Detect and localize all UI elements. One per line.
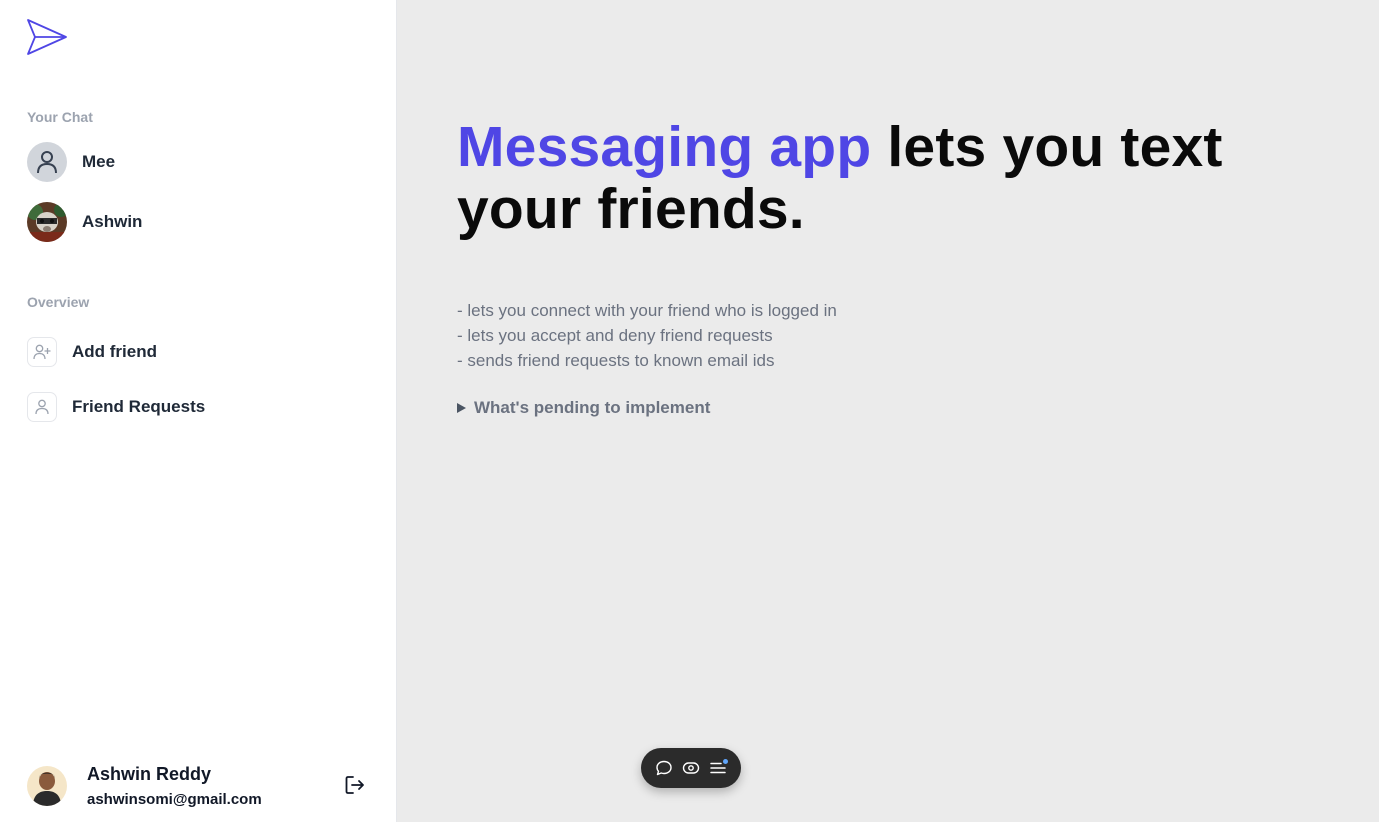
disclosure-triangle-icon	[457, 403, 466, 413]
avatar-default	[27, 142, 67, 182]
feature-list: - lets you connect with your friend who …	[457, 298, 837, 373]
avatar-photo	[27, 202, 67, 242]
feature-item: - lets you connect with your friend who …	[457, 301, 837, 320]
chat-item-mee[interactable]: Mee	[27, 142, 115, 182]
details-summary: What's pending to implement	[474, 398, 711, 417]
sidebar: Your Chat Mee Ashwin Overview Add friend…	[0, 0, 397, 822]
friend-requests-label: Friend Requests	[72, 397, 206, 416]
comment-button[interactable]	[654, 758, 674, 778]
your-chat-title: Your Chat	[27, 109, 93, 125]
hero-headline: Messaging app lets you text your friends…	[457, 116, 1337, 240]
icon-box	[27, 392, 57, 422]
profile-text: Ashwin Reddy ashwinsomi@gmail.com	[87, 764, 262, 808]
main-content: Messaging app lets you text your friends…	[397, 0, 1379, 822]
icon-box	[27, 337, 57, 367]
profile-name: Ashwin Reddy	[87, 764, 212, 784]
feature-item: - sends friend requests to known email i…	[457, 351, 775, 370]
pending-details-toggle[interactable]: What's pending to implement	[457, 398, 710, 418]
overview-title: Overview	[27, 294, 90, 310]
preview-button[interactable]	[681, 758, 701, 778]
user-plus-icon	[33, 344, 51, 360]
avatar-image	[27, 202, 67, 242]
user-profile: Ashwin Reddy ashwinsomi@gmail.com	[27, 762, 372, 810]
user-icon	[35, 399, 49, 415]
menu-button[interactable]	[708, 758, 728, 778]
chat-item-ashwin[interactable]: Ashwin	[27, 202, 142, 242]
app-root: Your Chat Mee Ashwin Overview Add friend…	[0, 0, 1379, 822]
floating-toolbar	[641, 748, 741, 788]
eye-icon	[682, 762, 700, 774]
feature-item: - lets you accept and deny friend reques…	[457, 326, 773, 345]
user-placeholder-icon	[37, 151, 57, 174]
friend-requests-link[interactable]: Friend Requests	[27, 392, 205, 422]
paper-plane-logo-icon[interactable]	[26, 18, 68, 56]
logout-icon[interactable]	[344, 774, 366, 796]
headline-accent: Messaging app	[457, 115, 872, 179]
profile-avatar	[27, 766, 67, 806]
profile-email: ashwinsomi@gmail.com	[87, 791, 262, 808]
chat-name: Mee	[82, 152, 116, 171]
notification-dot	[722, 759, 728, 764]
comment-icon	[656, 760, 673, 776]
profile-avatar-image	[27, 766, 67, 806]
add-friend-label: Add friend	[72, 342, 157, 361]
chat-name: Ashwin	[82, 212, 143, 231]
add-friend-link[interactable]: Add friend	[27, 337, 157, 367]
